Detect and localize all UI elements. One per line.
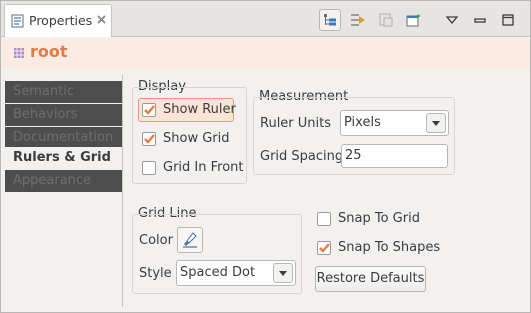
sidebar-item-rulers-grid[interactable]: Rulers & Grid	[5, 147, 122, 169]
checkmark-icon	[144, 105, 155, 115]
new-properties-view-icon[interactable]	[403, 9, 425, 31]
style-label: Style	[139, 266, 172, 281]
show-grid-checkbox[interactable]	[142, 132, 156, 146]
snap-to-shapes-label[interactable]: Snap To Shapes	[338, 240, 440, 255]
line-style-select[interactable]: Spaced Dot	[176, 260, 296, 286]
advanced-filter-icon[interactable]	[347, 9, 369, 31]
chevron-down-icon[interactable]	[273, 263, 293, 283]
view-menu-icon[interactable]	[441, 9, 463, 31]
grid-in-front-label[interactable]: Grid In Front	[163, 160, 244, 175]
show-ruler-checkbox[interactable]	[142, 103, 156, 117]
header-title: root	[30, 42, 68, 61]
maximize-icon[interactable]	[497, 9, 519, 31]
restore-defaults-button[interactable]: Restore Defaults	[315, 266, 426, 292]
show-ruler-label[interactable]: Show Ruler	[163, 102, 236, 117]
sidebar-item-documentation[interactable]: Documentation	[5, 127, 122, 149]
view-tab-bar: Properties	[1, 1, 530, 37]
snap-to-shapes-checkbox[interactable]	[317, 241, 331, 255]
checkmark-icon	[144, 134, 155, 144]
properties-view: Properties root Semantic Behaviors Docum…	[0, 0, 531, 313]
chevron-down-icon[interactable]	[426, 113, 446, 133]
ruler-units-select[interactable]: Pixels	[340, 110, 449, 136]
tab-title: Properties	[29, 13, 93, 28]
color-label: Color	[139, 233, 173, 248]
grid-spacing-label: Grid Spacing	[260, 149, 344, 164]
checkmark-icon	[319, 243, 330, 253]
properties-header: root	[2, 38, 530, 69]
show-grid-label[interactable]: Show Grid	[163, 131, 230, 146]
minimize-icon[interactable]	[469, 9, 491, 31]
properties-icon	[11, 14, 24, 28]
ruler-units-label: Ruler Units	[260, 116, 332, 131]
grid-spacing-value: 25	[345, 148, 362, 163]
tree-categories-icon[interactable]	[319, 9, 341, 31]
properties-tab[interactable]: Properties	[4, 4, 112, 37]
grid-spacing-field[interactable]: 25	[341, 144, 448, 168]
line-style-value: Spaced Dot	[180, 265, 256, 280]
paint-brush-icon	[183, 232, 197, 248]
close-icon[interactable]	[96, 14, 107, 25]
snap-to-grid-checkbox[interactable]	[317, 212, 331, 226]
sidebar-item-semantic[interactable]: Semantic	[5, 81, 122, 103]
sidebar-item-behaviors[interactable]: Behaviors	[5, 104, 122, 126]
snap-to-grid-label[interactable]: Snap To Grid	[338, 211, 420, 226]
color-picker-button[interactable]	[177, 227, 203, 253]
pin-icon[interactable]	[375, 9, 397, 31]
ruler-units-value: Pixels	[344, 115, 381, 130]
root-element-icon	[14, 48, 24, 58]
grid-in-front-checkbox[interactable]	[142, 161, 156, 175]
sidebar-item-appearance[interactable]: Appearance	[5, 170, 122, 192]
property-tabs-sidebar: Semantic Behaviors Documentation Rulers …	[4, 75, 123, 307]
